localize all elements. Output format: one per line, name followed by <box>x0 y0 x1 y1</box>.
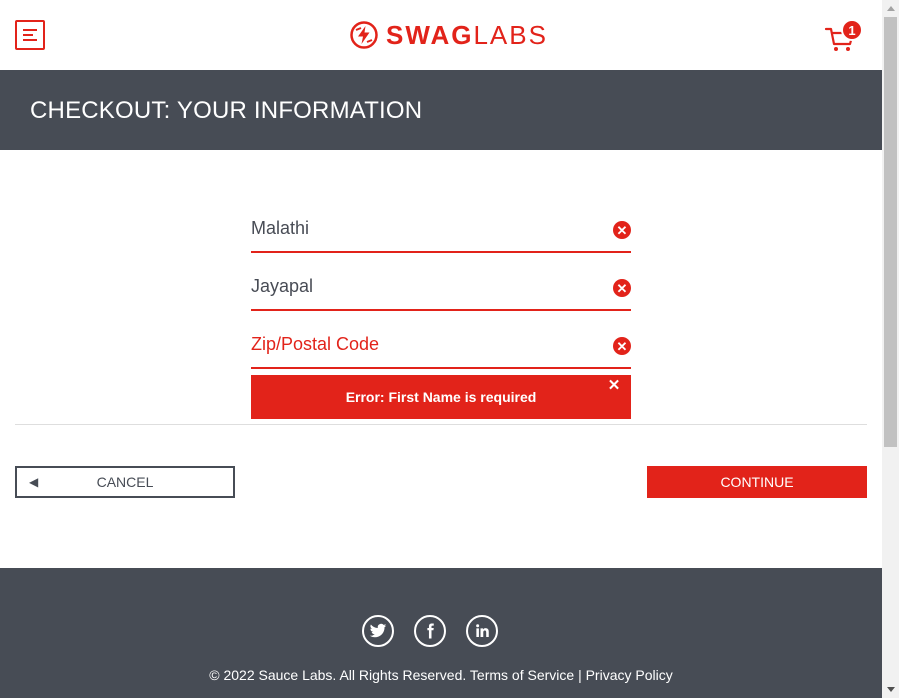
continue-button[interactable]: CONTINUE <box>647 466 867 498</box>
page-title: CHECKOUT: YOUR INFORMATION <box>30 97 423 124</box>
footer-separator: | <box>578 667 582 683</box>
scroll-down-icon <box>886 687 895 692</box>
error-message-container: Error: First Name is required ✕ <box>251 375 631 419</box>
error-close-button[interactable]: ✕ <box>607 378 621 393</box>
back-arrow-icon: ◀ <box>29 475 39 489</box>
last-name-field: ✕ <box>251 265 631 311</box>
continue-label: CONTINUE <box>720 474 794 490</box>
vertical-scrollbar[interactable] <box>882 0 899 698</box>
privacy-link[interactable]: Privacy Policy <box>586 667 673 683</box>
zip-field: ✕ <box>251 323 631 369</box>
zip-input[interactable] <box>251 329 601 359</box>
linkedin-icon <box>476 624 489 637</box>
error-icon: ✕ <box>613 221 631 239</box>
scroll-up-icon <box>886 6 895 11</box>
scroll-thumb[interactable] <box>884 17 897 447</box>
scroll-down-button[interactable] <box>882 681 899 698</box>
header: SWAG LABS 1 <box>0 0 882 70</box>
facebook-link[interactable] <box>414 615 446 647</box>
page: SWAGLABS 1 CHECKOUT: YOUR INFORMATION ✕ … <box>0 0 882 698</box>
menu-button[interactable] <box>15 20 45 50</box>
linkedin-link[interactable] <box>466 615 498 647</box>
swag-labs-logo: SWAG LABS <box>350 20 548 50</box>
title-bar: CHECKOUT: YOUR INFORMATION <box>0 70 882 150</box>
first-name-input[interactable] <box>251 213 601 243</box>
last-name-input[interactable] <box>251 271 601 301</box>
copyright-line: © 2022 Sauce Labs. All Rights Reserved. … <box>0 667 882 683</box>
twitter-icon <box>369 623 387 638</box>
cancel-button[interactable]: ◀ CANCEL <box>15 466 235 498</box>
footer: © 2022 Sauce Labs. All Rights Reserved. … <box>0 568 882 698</box>
divider <box>15 424 867 425</box>
error-icon: ✕ <box>613 279 631 297</box>
facebook-icon <box>427 623 434 639</box>
scroll-up-button[interactable] <box>882 0 899 17</box>
error-message: Error: First Name is required <box>345 389 537 405</box>
brand-light: LABS <box>473 19 548 50</box>
menu-icon-line <box>23 39 37 41</box>
terms-link[interactable]: Terms of Service <box>470 667 574 683</box>
cart-badge: 1 <box>841 19 863 41</box>
bolt-icon <box>350 21 378 49</box>
twitter-link[interactable] <box>362 615 394 647</box>
error-icon: ✕ <box>613 337 631 355</box>
brand-bold: SWAG <box>386 19 474 50</box>
copyright-text: © 2022 Sauce Labs. All Rights Reserved. <box>209 667 467 683</box>
cancel-label: CANCEL <box>96 474 154 490</box>
menu-icon-line <box>23 29 37 31</box>
menu-icon-line <box>23 34 33 36</box>
first-name-field: ✕ <box>251 207 631 253</box>
shopping-cart-button[interactable]: 1 <box>824 19 863 54</box>
